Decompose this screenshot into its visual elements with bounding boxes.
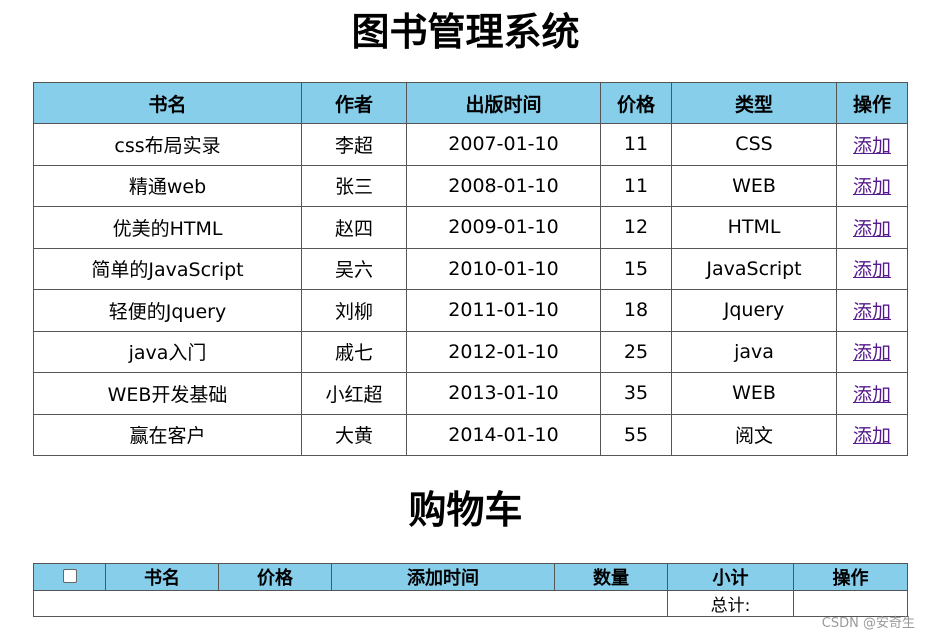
book-name: css布局实录 <box>33 123 302 166</box>
cart-header-row: 书名 价格 添加时间 数量 小计 操作 <box>33 563 908 591</box>
book-author: 刘柳 <box>301 289 407 332</box>
book-type: WEB <box>671 164 837 207</box>
book-price: 11 <box>600 164 672 207</box>
book-name: java入门 <box>33 330 302 373</box>
header-name: 书名 <box>33 82 302 124</box>
csdn-watermark: CSDN @安奇生 <box>821 616 915 631</box>
add-link[interactable]: 添加 <box>853 135 891 157</box>
books-title: 图书管理系统 <box>351 10 580 54</box>
book-name: 轻便的Jquery <box>33 289 302 332</box>
table-row: css布局实录 李超 2007-01-10 11 CSS 添加 <box>33 123 908 166</box>
book-price: 35 <box>600 372 672 415</box>
cart-title: 购物车 <box>408 488 523 532</box>
add-link[interactable]: 添加 <box>853 218 891 240</box>
select-all-checkbox[interactable] <box>62 569 77 583</box>
add-link[interactable]: 添加 <box>853 384 891 406</box>
book-author: 吴六 <box>301 247 407 290</box>
book-date: 2008-01-10 <box>406 164 601 207</box>
book-type: WEB <box>671 372 837 415</box>
cart-header-subtotal: 小计 <box>667 563 794 591</box>
page: 图书管理系统 书名 作者 出版时间 价格 类型 操作 css布局实录 李超 20… <box>0 0 931 639</box>
cart-total-row: 总计: <box>33 590 908 617</box>
header-author: 作者 <box>301 82 407 124</box>
book-author: 大黄 <box>301 413 407 456</box>
add-link[interactable]: 添加 <box>853 425 891 447</box>
book-type: CSS <box>671 123 837 166</box>
header-price: 价格 <box>600 82 672 124</box>
cart-header-price: 价格 <box>218 563 332 591</box>
book-author: 戚七 <box>301 330 407 373</box>
book-author: 张三 <box>301 164 407 207</box>
book-date: 2014-01-10 <box>406 413 601 456</box>
book-price: 55 <box>600 413 672 456</box>
book-price: 12 <box>600 206 672 249</box>
book-date: 2012-01-10 <box>406 330 601 373</box>
book-action-cell: 添加 <box>836 247 908 290</box>
cart-header-name: 书名 <box>105 563 219 591</box>
cart-header-added-time: 添加时间 <box>331 563 555 591</box>
add-link[interactable]: 添加 <box>853 176 891 198</box>
table-row: java入门 戚七 2012-01-10 25 java 添加 <box>33 330 908 373</box>
book-type: java <box>671 330 837 373</box>
book-action-cell: 添加 <box>836 413 908 456</box>
select-all-cell <box>33 563 106 591</box>
cart-header-action: 操作 <box>793 563 908 591</box>
add-link[interactable]: 添加 <box>853 342 891 364</box>
cart-total-label: 总计: <box>667 590 794 617</box>
table-row: 赢在客户 大黄 2014-01-10 55 阅文 添加 <box>33 413 908 456</box>
book-price: 25 <box>600 330 672 373</box>
header-date: 出版时间 <box>406 82 601 124</box>
book-action-cell: 添加 <box>836 289 908 332</box>
book-action-cell: 添加 <box>836 330 908 373</box>
table-row: 简单的JavaScript 吴六 2010-01-10 15 JavaScrip… <box>33 247 908 290</box>
book-date: 2009-01-10 <box>406 206 601 249</box>
book-author: 赵四 <box>301 206 407 249</box>
book-price: 11 <box>600 123 672 166</box>
book-name: WEB开发基础 <box>33 372 302 415</box>
book-type: Jquery <box>671 289 837 332</box>
book-date: 2011-01-10 <box>406 289 601 332</box>
book-date: 2007-01-10 <box>406 123 601 166</box>
cart-total-spacer <box>33 590 668 617</box>
book-author: 李超 <box>301 123 407 166</box>
book-action-cell: 添加 <box>836 206 908 249</box>
book-type: 阅文 <box>671 413 837 456</box>
table-row: 精通web 张三 2008-01-10 11 WEB 添加 <box>33 164 908 207</box>
add-link[interactable]: 添加 <box>853 301 891 323</box>
book-action-cell: 添加 <box>836 123 908 166</box>
book-name: 精通web <box>33 164 302 207</box>
book-author: 小红超 <box>301 372 407 415</box>
book-type: HTML <box>671 206 837 249</box>
book-action-cell: 添加 <box>836 372 908 415</box>
book-price: 15 <box>600 247 672 290</box>
header-action: 操作 <box>836 82 908 124</box>
add-link[interactable]: 添加 <box>853 259 891 281</box>
book-action-cell: 添加 <box>836 164 908 207</box>
book-type: JavaScript <box>671 247 837 290</box>
cart-table: 书名 价格 添加时间 数量 小计 操作 总计: <box>33 563 908 617</box>
book-price: 18 <box>600 289 672 332</box>
books-header-row: 书名 作者 出版时间 价格 类型 操作 <box>33 82 908 124</box>
book-name: 简单的JavaScript <box>33 247 302 290</box>
books-table: 书名 作者 出版时间 价格 类型 操作 css布局实录 李超 2007-01-1… <box>33 82 908 456</box>
table-row: 轻便的Jquery 刘柳 2011-01-10 18 Jquery 添加 <box>33 289 908 332</box>
table-row: WEB开发基础 小红超 2013-01-10 35 WEB 添加 <box>33 372 908 415</box>
book-date: 2013-01-10 <box>406 372 601 415</box>
book-name: 优美的HTML <box>33 206 302 249</box>
header-type: 类型 <box>671 82 837 124</box>
book-name: 赢在客户 <box>33 413 302 456</box>
cart-header-quantity: 数量 <box>554 563 668 591</box>
table-row: 优美的HTML 赵四 2009-01-10 12 HTML 添加 <box>33 206 908 249</box>
book-date: 2010-01-10 <box>406 247 601 290</box>
